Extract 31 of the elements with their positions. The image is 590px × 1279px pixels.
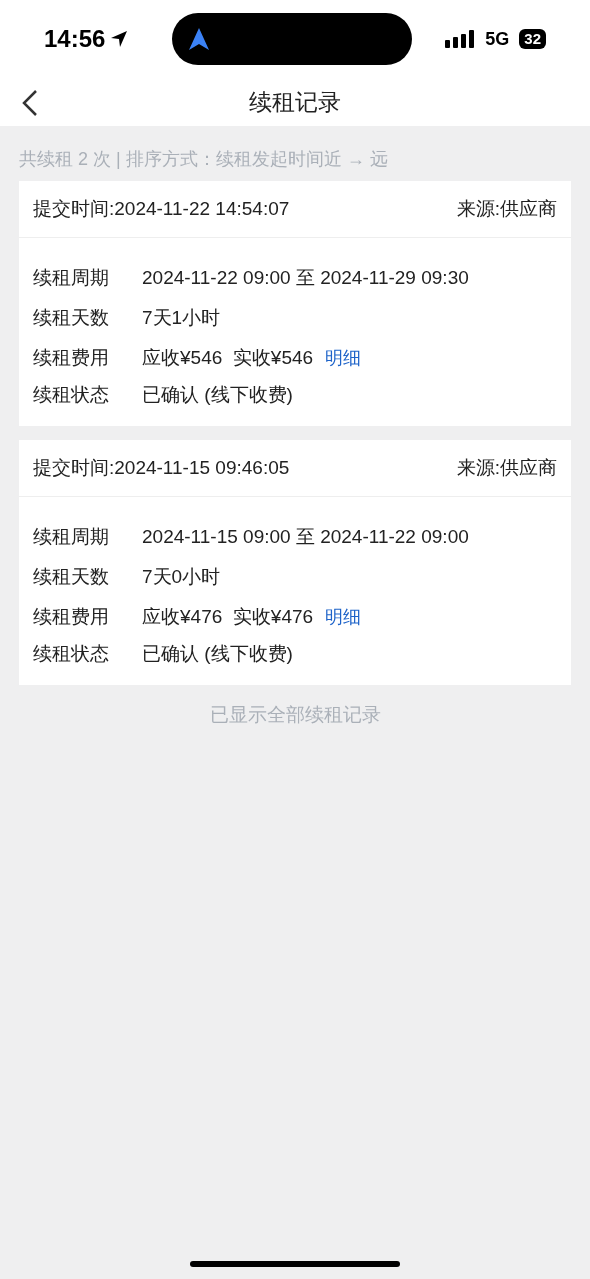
details-link[interactable]: 明细	[325, 344, 362, 372]
clock-time: 14:56	[44, 24, 106, 54]
submit-time: 提交时间:2024-11-22 14:54:07	[33, 196, 290, 221]
submit-time: 提交时间:2024-11-15 09:46:05	[33, 455, 290, 480]
field-value: 2024-11-15 09:00 至 2024-11-22 09:00	[142, 524, 469, 549]
field-value: 应收¥476 实收¥476	[142, 604, 314, 629]
field-label: 续租周期	[33, 524, 110, 549]
field-label: 续租天数	[33, 564, 110, 589]
field-label: 续租天数	[33, 305, 110, 330]
navigation-arrow-icon	[188, 27, 211, 51]
field-value: 应收¥546 实收¥546	[142, 345, 314, 370]
field-value: 7天1小时	[142, 305, 221, 330]
network-type: 5G	[485, 27, 510, 51]
summary-text: 共续租 2 次 | 排序方式：续租发起时间近 → 远	[19, 148, 389, 171]
field-value: 已确认 (线下收费)	[142, 382, 293, 407]
field-label: 续租费用	[33, 604, 110, 629]
record-source: 来源:供应商	[456, 196, 557, 221]
page-title: 续租记录	[249, 87, 341, 117]
field-value: 2024-11-22 09:00 至 2024-11-29 09:30	[142, 265, 469, 290]
field-label: 续租状态	[33, 641, 110, 666]
back-icon	[22, 89, 38, 117]
end-of-list-text: 已显示全部续租记录	[209, 703, 381, 727]
record-source: 来源:供应商	[456, 455, 557, 480]
field-value: 已确认 (线下收费)	[142, 641, 293, 666]
details-link[interactable]: 明细	[325, 603, 362, 631]
field-value: 7天0小时	[142, 564, 221, 589]
field-label: 续租费用	[33, 345, 110, 370]
location-arrow-icon	[109, 29, 130, 49]
field-label: 续租状态	[33, 382, 110, 407]
battery-level: 32	[519, 29, 546, 49]
field-label: 续租周期	[33, 265, 110, 290]
